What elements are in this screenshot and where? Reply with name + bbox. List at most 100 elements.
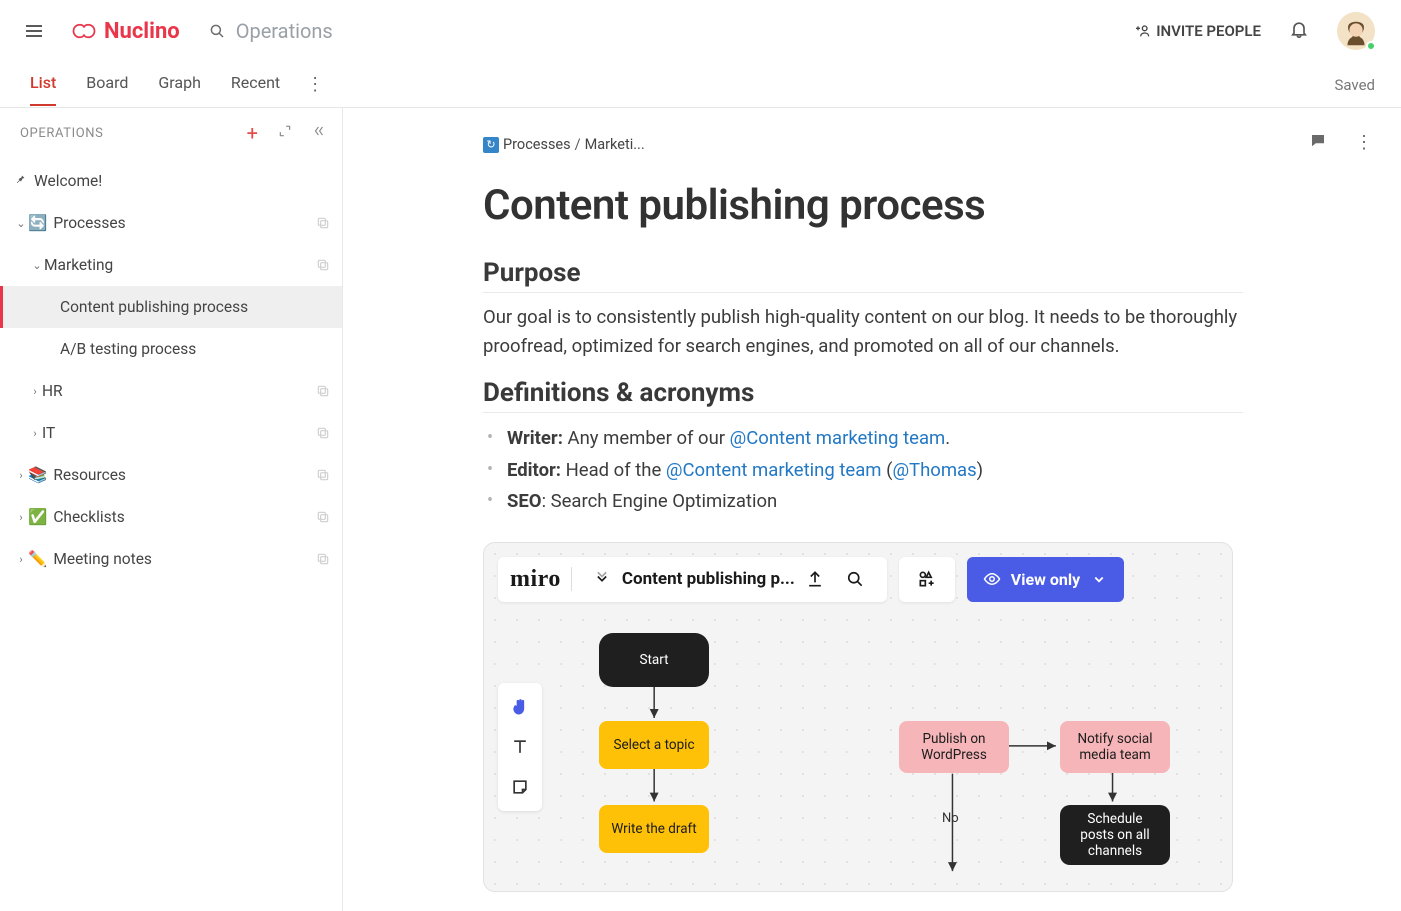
purpose-text[interactable]: Our goal is to consistently publish high… <box>483 303 1243 360</box>
sidebar-label: Processes <box>53 214 316 232</box>
sidebar-label: Welcome! <box>34 172 330 190</box>
sidebar-label: Marketing <box>44 256 316 274</box>
crumb-processes[interactable]: Processes <box>503 136 571 153</box>
view-only-label: View only <box>1011 570 1080 589</box>
item-actions-icon[interactable] <box>316 426 330 440</box>
sidebar-label: Resources <box>53 466 316 484</box>
sidebar-label: Meeting notes <box>53 550 316 568</box>
brand-logo[interactable]: Nuclino <box>70 19 180 44</box>
heading-definitions[interactable]: Definitions & acronyms <box>483 378 1243 413</box>
invite-icon <box>1134 23 1150 39</box>
hand-tool-icon[interactable] <box>510 697 530 717</box>
tab-board[interactable]: Board <box>86 63 128 106</box>
invite-label: INVITE PEOPLE <box>1156 22 1261 40</box>
meeting-emoji: ✏️ <box>28 550 47 568</box>
chevron-down-icon: ⌄ <box>30 259 44 272</box>
miro-shapes-button[interactable] <box>899 557 955 602</box>
bell-icon <box>1289 19 1309 39</box>
text-tool-icon[interactable] <box>510 737 530 757</box>
miro-header[interactable]: miro Content publishing p... <box>498 557 887 602</box>
notifications-button[interactable] <box>1289 19 1309 43</box>
sidebar-item-marketing[interactable]: ⌄ Marketing <box>0 244 342 286</box>
add-item-button[interactable]: + <box>247 123 258 143</box>
def-editor[interactable]: Editor: Head of the @Content marketing t… <box>483 455 1243 486</box>
sidebar-item-processes[interactable]: ⌄ 🔄 Processes <box>0 202 342 244</box>
user-avatar[interactable] <box>1337 12 1375 50</box>
collapse-sidebar-icon[interactable] <box>312 124 326 142</box>
sticky-note-icon[interactable] <box>510 777 530 797</box>
miro-board-title: Content publishing p... <box>622 569 795 589</box>
flow-node-publish[interactable]: Publish on WordPress <box>899 721 1009 773</box>
chevron-down-icon: ⌄ <box>14 217 28 230</box>
sidebar-item-ab-testing[interactable]: A/B testing process <box>0 328 342 370</box>
chevron-right-icon: › <box>28 427 42 440</box>
chevron-down-icon <box>1090 570 1108 588</box>
flow-node-notify[interactable]: Notify social media team <box>1060 721 1170 773</box>
brand-name: Nuclino <box>104 19 180 44</box>
save-status: Saved <box>1334 76 1375 94</box>
flow-node-select-topic[interactable]: Select a topic <box>599 721 709 769</box>
chevron-right-icon: › <box>14 553 28 566</box>
views-more-icon[interactable]: ⋮ <box>306 74 324 95</box>
item-actions-icon[interactable] <box>316 384 330 398</box>
page-title[interactable]: Content publishing process <box>483 181 1243 230</box>
invite-people-button[interactable]: INVITE PEOPLE <box>1134 22 1261 40</box>
miro-tool-palette <box>498 683 542 811</box>
item-actions-icon[interactable] <box>316 510 330 524</box>
search-icon <box>208 22 226 40</box>
miro-logo: miro <box>510 566 561 593</box>
miro-embed[interactable]: miro Content publishing p... View only <box>483 542 1233 892</box>
tab-graph[interactable]: Graph <box>158 63 201 106</box>
sidebar-item-resources[interactable]: › 📚 Resources <box>0 454 342 496</box>
flow-node-schedule[interactable]: Schedule posts on all channels <box>1060 805 1170 865</box>
presence-indicator <box>1366 41 1376 51</box>
sidebar-item-meeting-notes[interactable]: › ✏️ Meeting notes <box>0 538 342 580</box>
menu-icon[interactable] <box>22 19 46 43</box>
shapes-icon <box>917 569 937 589</box>
search-field[interactable]: Operations <box>208 19 1135 43</box>
sidebar-title: OPERATIONS <box>20 126 247 141</box>
crumb-marketing[interactable]: Marketi... <box>585 136 645 153</box>
breadcrumb[interactable]: ↻ Processes / Marketi... <box>483 136 1243 153</box>
upload-icon[interactable] <box>805 569 825 589</box>
item-actions-icon[interactable] <box>316 552 330 566</box>
sidebar-item-hr[interactable]: › HR <box>0 370 342 412</box>
comments-icon[interactable] <box>1309 132 1327 154</box>
expand-down-icon[interactable] <box>592 569 612 589</box>
sidebar-item-welcome[interactable]: Welcome! <box>0 160 342 202</box>
item-actions-icon[interactable] <box>316 258 330 272</box>
flow-node-start[interactable]: Start <box>599 633 709 687</box>
tab-recent[interactable]: Recent <box>231 63 280 106</box>
chevron-right-icon: › <box>14 511 28 524</box>
mention-content-team[interactable]: @Content marketing team <box>666 459 882 481</box>
sidebar-label: IT <box>42 424 316 442</box>
sidebar-item-checklists[interactable]: › ✅ Checklists <box>0 496 342 538</box>
sidebar-label: HR <box>42 382 316 400</box>
item-actions-icon[interactable] <box>316 468 330 482</box>
item-actions-icon[interactable] <box>316 216 330 230</box>
def-seo[interactable]: SEO: Search Engine Optimization <box>483 486 1243 517</box>
flow-node-write-draft[interactable]: Write the draft <box>599 805 709 853</box>
chevron-right-icon: › <box>14 469 28 482</box>
sidebar-item-it[interactable]: › IT <box>0 412 342 454</box>
chevron-right-icon: › <box>28 385 42 398</box>
mention-content-team[interactable]: @Content marketing team <box>730 427 946 449</box>
sidebar: OPERATIONS + Welcome! ⌄ 🔄 <box>0 108 343 911</box>
miro-view-only-button[interactable]: View only <box>967 557 1124 602</box>
resources-emoji: 📚 <box>28 466 47 484</box>
search-placeholder: Operations <box>236 19 333 43</box>
expand-icon[interactable] <box>278 124 292 142</box>
heading-purpose[interactable]: Purpose <box>483 258 1243 293</box>
pin-icon <box>14 172 26 190</box>
crumb-processes-icon: ↻ <box>483 137 499 153</box>
checklists-emoji: ✅ <box>28 508 47 526</box>
processes-emoji: 🔄 <box>28 214 47 232</box>
search-icon[interactable] <box>845 569 865 589</box>
sidebar-label: Checklists <box>53 508 316 526</box>
more-icon[interactable]: ⋮ <box>1355 132 1373 154</box>
sidebar-label: A/B testing process <box>60 340 330 358</box>
mention-thomas[interactable]: @Thomas <box>892 459 976 481</box>
tab-list[interactable]: List <box>30 63 56 106</box>
sidebar-item-content-publishing[interactable]: Content publishing process <box>0 286 342 328</box>
def-writer[interactable]: Writer: Any member of our @Content marke… <box>483 423 1243 454</box>
